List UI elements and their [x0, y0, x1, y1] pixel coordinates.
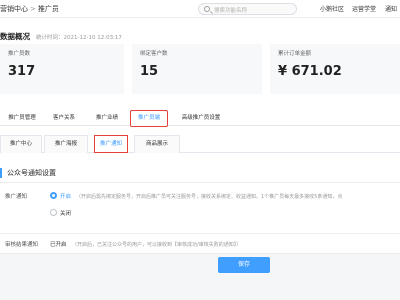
tab-promoter-end[interactable]: 推广员端: [130, 110, 168, 127]
stat-card-order-amount: 累计订单金额 ¥ 671.02: [270, 44, 400, 94]
stat-value: ¥ 671.02: [278, 64, 342, 79]
notification-link[interactable]: 通知: [385, 4, 397, 13]
stat-label: 绑定客户数: [140, 51, 168, 57]
search-input[interactable]: 搜索功能名称: [198, 3, 297, 15]
breadcrumb-current: 推广员: [37, 5, 59, 13]
search-placeholder: 搜索功能名称: [214, 8, 248, 14]
section-divider: [0, 182, 400, 183]
review-status: 已开启: [50, 242, 67, 248]
radio-off[interactable]: [50, 209, 57, 216]
review-notice-label: 审核结果通知: [5, 242, 39, 248]
tab-promotion-performance[interactable]: 推广业绩: [84, 110, 130, 126]
stat-value: 15: [140, 64, 159, 79]
tab-advanced-settings[interactable]: 高级推广员设置: [172, 110, 230, 126]
stats-time: 统计时间：2021-12-10 12:03:17: [36, 35, 122, 41]
section-title: 公众号通知设置: [0, 168, 56, 178]
stat-card-customers: 绑定客户数 15: [132, 44, 262, 94]
subtab-promotion-poster[interactable]: 推广海报: [44, 135, 88, 153]
academy-link[interactable]: 运营学堂: [352, 4, 376, 13]
radio-on[interactable]: [50, 192, 57, 199]
tab-promoter-management[interactable]: 推广员管理: [0, 110, 44, 126]
sub-tabs: 推广中心 推广海报 推广通知 商品展示: [0, 133, 400, 153]
main-tabs: 推广员管理 客户关系 推广业绩 推广员端 高级推广员设置: [0, 110, 400, 127]
breadcrumb: 营销中心 > 推广员: [0, 4, 59, 14]
stat-label: 累计订单金额: [278, 51, 312, 57]
top-bar: 营销中心 > 推广员 搜索功能名称 小鹅社区 运营学堂 通知: [0, 0, 400, 18]
footer-bar: [0, 253, 400, 300]
save-button[interactable]: 保存: [218, 257, 270, 273]
app-window: 营销中心 > 推广员 搜索功能名称 小鹅社区 运营学堂 通知 数据概况 统计时间：20…: [0, 0, 400, 300]
subtab-promotion-center[interactable]: 推广中心: [0, 135, 42, 153]
overview-header: 数据概况 统计时间：2021-12-10 12:03:17: [0, 24, 122, 43]
stat-card-promoters: 推广员数 317: [0, 44, 124, 94]
tab-customer-relations[interactable]: 客户关系: [44, 110, 84, 126]
stat-value: 317: [8, 64, 36, 79]
radio-on-hint: （开启后需先绑定服务号，开启后推广员可关注服务号，接收关系绑定、收益通知。1个推…: [76, 194, 343, 200]
breadcrumb-separator: >: [30, 5, 36, 13]
breadcrumb-parent[interactable]: 营销中心: [0, 5, 28, 13]
row-divider: [0, 233, 400, 234]
review-hint: （开启后，已关注公众号的用户，可以接收到【审核成功/审核失败的通知】）: [72, 242, 242, 248]
radio-on-label[interactable]: 开启: [60, 192, 71, 200]
radio-off-label[interactable]: 关闭: [60, 209, 71, 217]
search-icon: [204, 6, 210, 12]
overview-title: 数据概况: [0, 32, 30, 41]
promotion-notice-label: 推广通知: [5, 194, 28, 200]
subtab-product-display[interactable]: 商品展示: [134, 135, 180, 153]
subtab-promotion-notice[interactable]: 推广通知: [94, 135, 128, 153]
stat-label: 推广员数: [8, 51, 31, 57]
community-link[interactable]: 小鹅社区: [320, 4, 344, 13]
